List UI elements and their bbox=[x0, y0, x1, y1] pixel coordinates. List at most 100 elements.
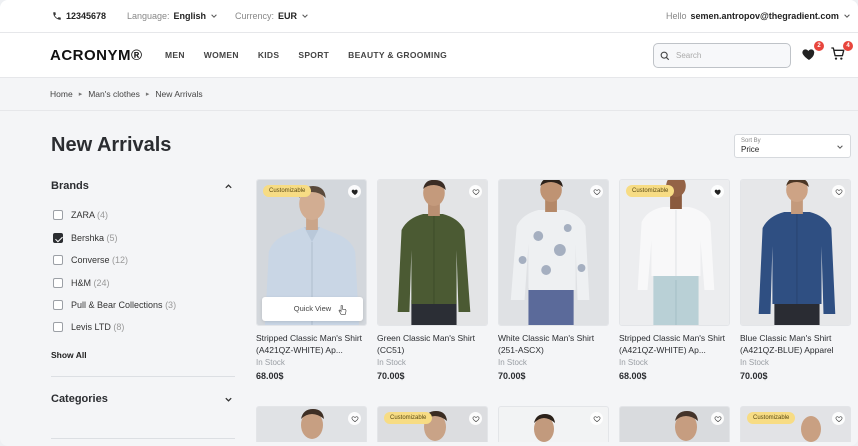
breadcrumb-mans-clothes[interactable]: Man's clothes bbox=[88, 89, 140, 99]
product-card[interactable]: Customizable Stripped Classic Man's Shir… bbox=[619, 179, 730, 381]
brand-name: ZARA bbox=[71, 210, 95, 220]
product-card[interactable] bbox=[256, 406, 367, 442]
product-image[interactable]: Customizable bbox=[619, 179, 730, 326]
divider bbox=[51, 376, 235, 377]
language-value: English bbox=[173, 11, 207, 21]
add-to-wishlist-button[interactable] bbox=[590, 185, 603, 198]
cart-button[interactable]: 4 bbox=[830, 41, 853, 63]
add-to-wishlist-button[interactable] bbox=[832, 412, 845, 425]
cart-count-badge: 4 bbox=[843, 41, 853, 51]
user-account-menu[interactable]: Hello semen.antropov@thegradient.com bbox=[666, 11, 851, 21]
checkbox[interactable] bbox=[53, 255, 63, 265]
add-to-wishlist-button[interactable] bbox=[469, 412, 482, 425]
heart-outline-icon bbox=[835, 188, 842, 195]
sort-select[interactable]: Sort By Price bbox=[734, 134, 851, 158]
product-image[interactable] bbox=[498, 406, 609, 442]
nav-item-men[interactable]: MEN bbox=[165, 50, 185, 60]
brand-filter-levis[interactable]: Levis LTD (8) bbox=[53, 322, 124, 332]
product-card[interactable]: Blue Classic Man's Shirt (A421QZ-BLUE) A… bbox=[740, 179, 851, 381]
product-name[interactable]: Blue Classic Man's Shirt (A421QZ-BLUE) A… bbox=[740, 332, 851, 356]
page-title: New Arrivals bbox=[51, 134, 172, 156]
product-card[interactable]: Customizable bbox=[377, 406, 488, 442]
sort-value: Price bbox=[741, 145, 760, 154]
nav-item-kids[interactable]: KIDS bbox=[258, 50, 280, 60]
brand-count: (24) bbox=[93, 278, 110, 288]
brand-name: Converse bbox=[71, 255, 110, 265]
quick-view-label: Quick View bbox=[293, 304, 332, 313]
breadcrumb-home[interactable]: Home bbox=[50, 89, 73, 99]
product-image[interactable]: Customizable bbox=[740, 406, 851, 442]
product-image[interactable] bbox=[498, 179, 609, 326]
product-image[interactable] bbox=[377, 179, 488, 326]
checkbox[interactable] bbox=[53, 300, 63, 310]
brand-count: (3) bbox=[165, 300, 177, 310]
brand-name: Pull & Bear Collections bbox=[71, 300, 163, 310]
add-to-wishlist-button[interactable] bbox=[348, 412, 361, 425]
categories-filter-title[interactable]: Categories bbox=[51, 393, 108, 405]
search-icon bbox=[660, 51, 670, 60]
product-card[interactable]: Customizable bbox=[740, 406, 851, 442]
add-to-wishlist-button[interactable] bbox=[348, 185, 361, 198]
product-card[interactable] bbox=[498, 406, 609, 442]
product-card[interactable]: Customizable Quick View Stripped Classic… bbox=[256, 179, 367, 381]
divider bbox=[51, 438, 235, 439]
brand-filter-converse[interactable]: Converse (12) bbox=[53, 255, 128, 265]
checkbox[interactable] bbox=[53, 278, 63, 288]
product-image[interactable] bbox=[619, 406, 730, 442]
checkbox[interactable] bbox=[53, 322, 63, 332]
checkbox[interactable] bbox=[53, 210, 63, 220]
chevron-down-icon bbox=[211, 14, 217, 18]
search-input[interactable]: Search bbox=[653, 43, 791, 68]
heart-outline-icon bbox=[714, 415, 721, 422]
main-header: ACRONYM® MEN WOMEN KIDS SPORT BEAUTY & G… bbox=[0, 33, 858, 78]
brand-filter-zara[interactable]: ZARA (4) bbox=[53, 210, 108, 220]
product-name[interactable]: Green Classic Man's Shirt (CC51) bbox=[377, 332, 488, 356]
stock-status: In Stock bbox=[498, 358, 527, 367]
phone-icon bbox=[53, 12, 61, 20]
brand-logo[interactable]: ACRONYM® bbox=[50, 47, 143, 64]
product-image[interactable]: Customizable Quick View bbox=[256, 179, 367, 326]
chevron-down-icon bbox=[302, 14, 308, 18]
add-to-wishlist-button[interactable] bbox=[832, 185, 845, 198]
heart-icon bbox=[351, 189, 358, 195]
nav-item-beauty-grooming[interactable]: BEAUTY & GROOMING bbox=[348, 50, 447, 60]
product-card[interactable]: Green Classic Man's Shirt (CC51) In Stoc… bbox=[377, 179, 488, 381]
product-price: 70.00$ bbox=[740, 371, 768, 381]
main-nav: MEN WOMEN KIDS SPORT BEAUTY & GROOMING bbox=[165, 50, 466, 60]
heart-icon bbox=[714, 189, 721, 195]
product-name[interactable]: White Classic Man's Shirt (251-ASCX) bbox=[498, 332, 609, 356]
brand-filter-hm[interactable]: H&M (24) bbox=[53, 278, 110, 288]
stock-status: In Stock bbox=[377, 358, 406, 367]
chevron-up-icon[interactable] bbox=[224, 182, 233, 191]
product-image[interactable]: Customizable bbox=[377, 406, 488, 442]
product-name[interactable]: Stripped Classic Man's Shirt (A421QZ-WHI… bbox=[256, 332, 367, 356]
show-all-brands-link[interactable]: Show All bbox=[51, 350, 87, 360]
page-frame: 12345678 Language: English Currency: EUR… bbox=[0, 0, 858, 446]
product-name[interactable]: Stripped Classic Man's Shirt (A421QZ-WHI… bbox=[619, 332, 730, 356]
brand-count: (5) bbox=[106, 233, 118, 243]
wishlist-button[interactable]: 2 bbox=[801, 41, 824, 63]
product-card[interactable]: White Classic Man's Shirt (251-ASCX) In … bbox=[498, 179, 609, 381]
product-image[interactable] bbox=[256, 406, 367, 442]
nav-item-women[interactable]: WOMEN bbox=[204, 50, 239, 60]
product-image[interactable] bbox=[740, 179, 851, 326]
search-placeholder: Search bbox=[676, 51, 702, 60]
brand-filter-bershka[interactable]: Bershka (5) bbox=[53, 233, 118, 243]
brands-filter-title[interactable]: Brands bbox=[51, 180, 89, 192]
brand-filter-pull-bear[interactable]: Pull & Bear Collections (3) bbox=[53, 300, 176, 310]
quick-view-button[interactable]: Quick View bbox=[262, 297, 363, 321]
chevron-down-icon[interactable] bbox=[224, 395, 233, 404]
heart-outline-icon bbox=[472, 415, 479, 422]
add-to-wishlist-button[interactable] bbox=[711, 185, 724, 198]
phone-contact[interactable]: 12345678 bbox=[52, 11, 106, 21]
checkbox-checked[interactable] bbox=[53, 233, 63, 243]
product-card[interactable] bbox=[619, 406, 730, 442]
add-to-wishlist-button[interactable] bbox=[590, 412, 603, 425]
heart-outline-icon bbox=[593, 415, 600, 422]
add-to-wishlist-button[interactable] bbox=[711, 412, 724, 425]
nav-item-sport[interactable]: SPORT bbox=[298, 50, 329, 60]
currency-selector[interactable]: Currency: EUR bbox=[235, 11, 309, 21]
language-selector[interactable]: Language: English bbox=[127, 11, 218, 21]
chevron-down-icon bbox=[837, 145, 843, 149]
add-to-wishlist-button[interactable] bbox=[469, 185, 482, 198]
